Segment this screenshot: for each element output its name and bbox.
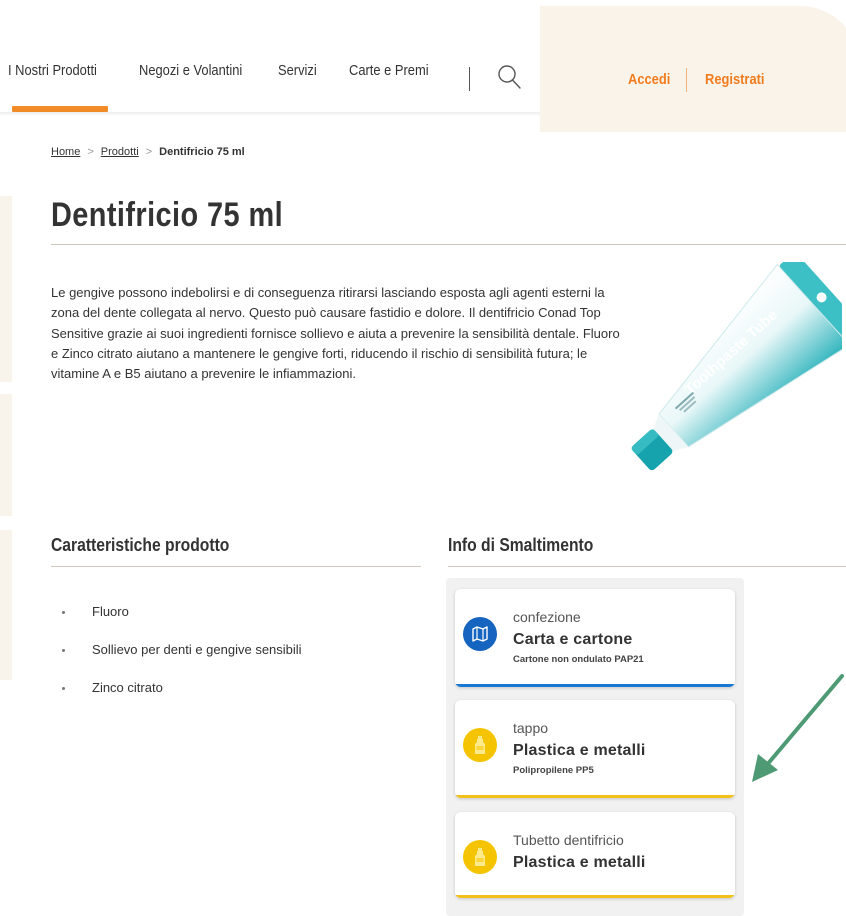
card-detail: Polipropilene PP5 [513,765,594,776]
account-panel [540,6,846,132]
plastic-bottle-icon [463,728,497,762]
bullet-icon [62,687,65,690]
card-accent [455,895,735,898]
breadcrumb-home[interactable]: Home [51,146,80,158]
left-edge-strip [0,394,12,516]
search-button[interactable] [494,62,524,92]
paper-map-icon [463,617,497,651]
login-link[interactable]: Accedi [628,71,670,88]
register-link[interactable]: Registrati [705,71,765,88]
account-divider [686,68,687,92]
card-type: tappo [513,720,549,736]
list-item: Zinco citrato [56,674,302,712]
header-shadow [0,112,540,116]
features-divider [51,566,421,567]
nav-item-cards[interactable]: Carte e Premi [349,62,429,79]
nav-divider [469,67,470,91]
nav-item-services[interactable]: Servizi [278,62,317,79]
card-material: Plastica e metalli [513,854,646,871]
card-type: confezione [513,609,581,625]
feature-label: Fluoro [92,604,129,619]
plastic-bottle-icon [463,840,497,874]
card-accent [455,795,735,798]
disposal-title: Info di Smaltimento [448,535,594,555]
breadcrumb: Home > Prodotti > Dentifricio 75 ml [51,146,245,158]
features-list: Fluoro Sollievo per denti e gengive sens… [56,598,302,712]
card-material: Carta e cartone [513,631,633,648]
disposal-card-tube[interactable]: Tubetto dentifricio Plastica e metalli [455,812,735,898]
left-edge-strip [0,530,12,680]
nav-item-stores[interactable]: Negozi e Volantini [139,62,242,79]
disposal-card-packaging[interactable]: confezione Carta e cartone Cartone non o… [455,589,735,687]
breadcrumb-current: Dentifricio 75 ml [159,146,245,158]
disposal-divider [448,566,846,567]
title-divider [51,244,846,245]
breadcrumb-products[interactable]: Prodotti [101,146,139,158]
chevron-right-icon: > [145,146,153,158]
feature-label: Sollievo per denti e gengive sensibili [92,642,302,657]
feature-label: Zinco citrato [92,680,163,695]
bullet-icon [62,611,65,614]
page-title: Dentifricio 75 ml [51,196,284,234]
features-title: Caratteristiche prodotto [51,535,230,555]
chevron-right-icon: > [87,146,94,158]
list-item: Sollievo per denti e gengive sensibili [56,636,302,674]
product-description: Le gengive possono indebolirsi e di cons… [51,285,620,382]
bullet-icon [62,649,65,652]
card-accent [455,684,735,687]
card-type: Tubetto dentifricio [513,832,624,848]
product-image: Toothpaste Tube [631,262,842,471]
list-item: Fluoro [56,598,302,636]
disposal-card-cap[interactable]: tappo Plastica e metalli Polipropilene P… [455,700,735,798]
search-icon [498,65,521,89]
top-navigation: I Nostri Prodotti Negozi e Volantini Ser… [0,0,540,114]
card-material: Plastica e metalli [513,742,646,759]
card-detail: Cartone non ondulato PAP21 [513,654,644,665]
nav-item-products[interactable]: I Nostri Prodotti [8,62,97,79]
product-page: I Nostri Prodotti Negozi e Volantini Ser… [0,0,846,916]
left-edge-strip [0,196,12,382]
annotation-arrow-icon [752,674,844,782]
